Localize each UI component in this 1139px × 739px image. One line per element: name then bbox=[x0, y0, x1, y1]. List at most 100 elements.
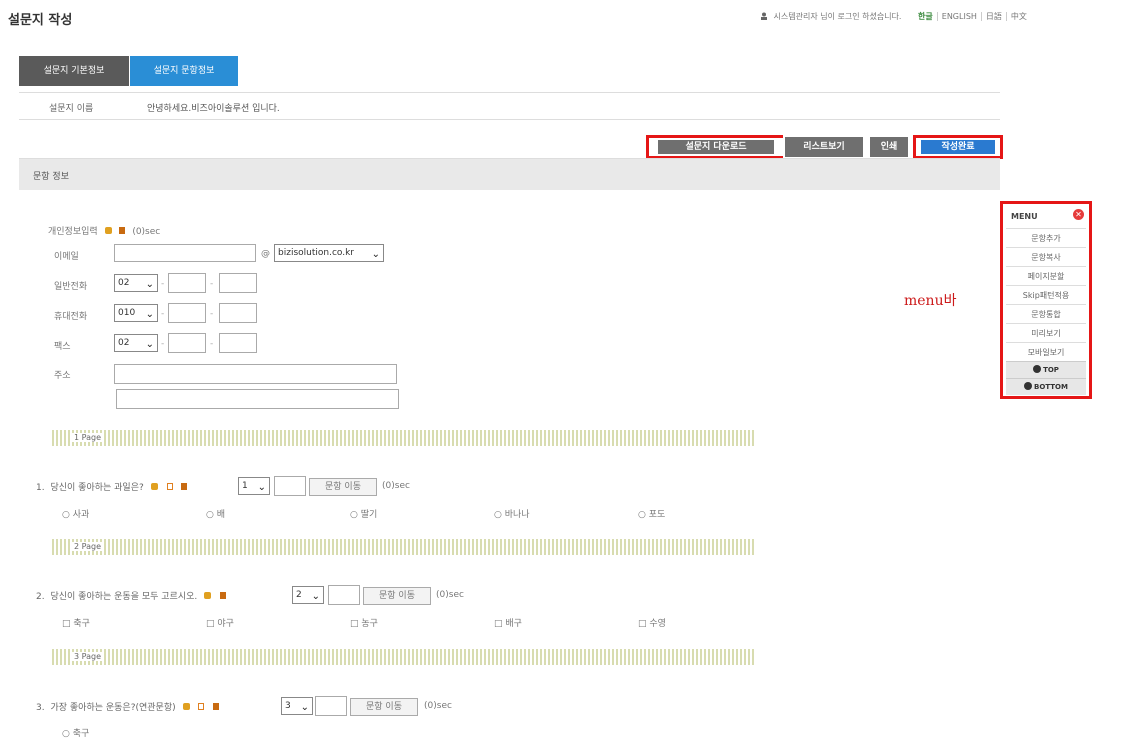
menu-item-copy[interactable]: 문항복사 bbox=[1006, 247, 1086, 266]
lang-korean[interactable]: 한글 bbox=[914, 12, 937, 21]
question-move-button[interactable]: 문항 이동 bbox=[350, 698, 418, 716]
menu-item-skip-pattern[interactable]: Skip패턴적용 bbox=[1006, 285, 1086, 304]
print-button[interactable]: 인쇄 bbox=[868, 135, 910, 159]
address-label: 주소 bbox=[54, 371, 71, 381]
option-checkbox[interactable]: □ 수영 bbox=[638, 616, 666, 629]
question-order-select[interactable]: 3 ⌄ bbox=[281, 697, 313, 715]
binoculars-icon[interactable] bbox=[104, 227, 112, 234]
email-domain-select[interactable]: bizisolution.co.kr ⌄ bbox=[274, 244, 384, 262]
option-radio[interactable]: ○ 딸기 bbox=[350, 507, 377, 520]
mobile-prefix-select[interactable]: 010 ⌄ bbox=[114, 304, 158, 322]
page-divider: 1 Page bbox=[52, 430, 756, 446]
trash-icon[interactable] bbox=[119, 227, 126, 234]
lang-english[interactable]: ENGLISH bbox=[936, 12, 981, 21]
phone-label: 일반전화 bbox=[54, 282, 88, 292]
menu-item-add[interactable]: 문항추가 bbox=[1006, 228, 1086, 247]
question-move-button[interactable]: 문항 이동 bbox=[363, 587, 431, 605]
dash: - bbox=[161, 279, 165, 289]
question-move-input[interactable] bbox=[328, 585, 360, 605]
binoculars-icon[interactable] bbox=[182, 703, 190, 710]
chevron-down-icon: ⌄ bbox=[145, 339, 154, 350]
menu-header: MENU ✕ bbox=[1006, 206, 1086, 228]
question-move-input[interactable] bbox=[274, 476, 306, 496]
chevron-down-icon: ⌄ bbox=[145, 279, 154, 290]
login-status: 시스템관리자 님이 로그인 하셨습니다. 한글 ENGLISH 日語 中文 bbox=[760, 11, 1031, 22]
tab-basic-info[interactable]: 설문지 기본정보 bbox=[19, 56, 129, 86]
fax-mid-field[interactable] bbox=[168, 333, 206, 353]
floating-menu: MENU ✕ 문항추가 문항복사 페이지분할 Skip패턴적용 문항통합 미리보… bbox=[1000, 201, 1092, 399]
page-divider: 2 Page bbox=[52, 539, 756, 555]
mobile-last-field[interactable] bbox=[219, 303, 257, 323]
dash: - bbox=[161, 309, 165, 319]
trash-icon[interactable] bbox=[181, 483, 188, 490]
option-checkbox[interactable]: □ 배구 bbox=[494, 616, 522, 629]
email-field[interactable] bbox=[114, 244, 256, 262]
user-icon bbox=[761, 12, 767, 20]
question-3: 3. 가장 좋아하는 운동은?(연관문항) bbox=[36, 700, 220, 713]
login-message: 시스템관리자 님이 로그인 하셨습니다. bbox=[773, 12, 902, 21]
at-sign: @ bbox=[261, 249, 270, 259]
list-view-button[interactable]: 리스트보기 bbox=[783, 135, 865, 159]
question-order-select[interactable]: 2 ⌄ bbox=[292, 586, 324, 604]
chevron-down-icon: ⌄ bbox=[371, 249, 380, 260]
menu-item-preview[interactable]: 미리보기 bbox=[1006, 323, 1086, 342]
language-switcher: 한글 ENGLISH 日語 中文 bbox=[914, 12, 1031, 21]
tab-item-info[interactable]: 설문지 문항정보 bbox=[130, 56, 238, 86]
option-checkbox[interactable]: □ 농구 bbox=[350, 616, 378, 629]
option-radio[interactable]: ○ 바나나 bbox=[494, 507, 530, 520]
address-field-2[interactable] bbox=[116, 389, 399, 409]
trash-icon[interactable] bbox=[213, 703, 220, 710]
scroll-top-button[interactable]: TOP bbox=[1006, 361, 1086, 378]
menu-item-mobile-view[interactable]: 모바일보기 bbox=[1006, 342, 1086, 361]
survey-name-value: 안녕하세요.비즈아이솔루션 입니다. bbox=[147, 104, 280, 114]
binoculars-icon[interactable] bbox=[150, 483, 158, 490]
dash: - bbox=[161, 339, 165, 349]
option-radio[interactable]: ○ 배 bbox=[206, 507, 225, 520]
arrow-down-icon bbox=[1024, 382, 1033, 390]
survey-name-row: 설문지 이름 안녕하세요.비즈아이솔루션 입니다. bbox=[19, 92, 1000, 120]
chevron-down-icon: ⌄ bbox=[300, 702, 309, 713]
binoculars-icon[interactable] bbox=[204, 592, 212, 599]
question-order-select[interactable]: 1 ⌄ bbox=[238, 477, 270, 495]
phone-prefix-select[interactable]: 02 ⌄ bbox=[114, 274, 158, 292]
question-move-button[interactable]: 문항 이동 bbox=[309, 478, 377, 496]
trash-icon[interactable] bbox=[220, 592, 227, 599]
scroll-bottom-button[interactable]: BOTTOM bbox=[1006, 378, 1086, 395]
dash: - bbox=[210, 279, 214, 289]
phone-mid-field[interactable] bbox=[168, 273, 206, 293]
menu-bar-annotation: menu바 bbox=[904, 293, 957, 309]
chevron-down-icon: ⌄ bbox=[145, 309, 154, 320]
page-title: 설문지 작성 bbox=[8, 13, 73, 28]
question-move-input[interactable] bbox=[315, 696, 347, 716]
option-radio[interactable]: ○ 포도 bbox=[638, 507, 665, 520]
phone-last-field[interactable] bbox=[219, 273, 257, 293]
close-icon[interactable]: ✕ bbox=[1073, 209, 1084, 220]
lang-chinese[interactable]: 中文 bbox=[1005, 12, 1031, 21]
menu-item-page-split[interactable]: 페이지분할 bbox=[1006, 266, 1086, 285]
fax-last-field[interactable] bbox=[219, 333, 257, 353]
fax-prefix-select[interactable]: 02 ⌄ bbox=[114, 334, 158, 352]
arrow-up-icon bbox=[1033, 365, 1042, 373]
complete-button[interactable]: 작성완료 bbox=[913, 135, 1003, 159]
option-checkbox[interactable]: □ 축구 bbox=[62, 616, 90, 629]
dash: - bbox=[210, 309, 214, 319]
fax-label: 팩스 bbox=[54, 342, 71, 352]
chevron-down-icon: ⌄ bbox=[311, 591, 320, 602]
lang-japanese[interactable]: 日語 bbox=[980, 12, 1006, 21]
personal-info-title: 개인정보입력 (0)sec bbox=[48, 227, 161, 237]
chevron-down-icon: ⌄ bbox=[257, 482, 266, 493]
question-time: (0)sec bbox=[436, 590, 464, 600]
menu-item-merge[interactable]: 문항통합 bbox=[1006, 304, 1086, 323]
survey-name-label: 설문지 이름 bbox=[49, 104, 94, 114]
address-field-1[interactable] bbox=[114, 364, 397, 384]
option-radio[interactable]: ○ 사과 bbox=[62, 507, 89, 520]
section-title: 문항 정보 bbox=[33, 172, 69, 182]
question-time: (0)sec bbox=[424, 701, 452, 711]
copy-icon[interactable] bbox=[166, 483, 173, 490]
option-checkbox[interactable]: □ 야구 bbox=[206, 616, 234, 629]
mobile-mid-field[interactable] bbox=[168, 303, 206, 323]
download-button[interactable]: 설문지 다운로드 bbox=[646, 135, 786, 159]
dash: - bbox=[210, 339, 214, 349]
option-radio[interactable]: ○ 축구 bbox=[62, 726, 89, 739]
copy-icon[interactable] bbox=[198, 703, 205, 710]
